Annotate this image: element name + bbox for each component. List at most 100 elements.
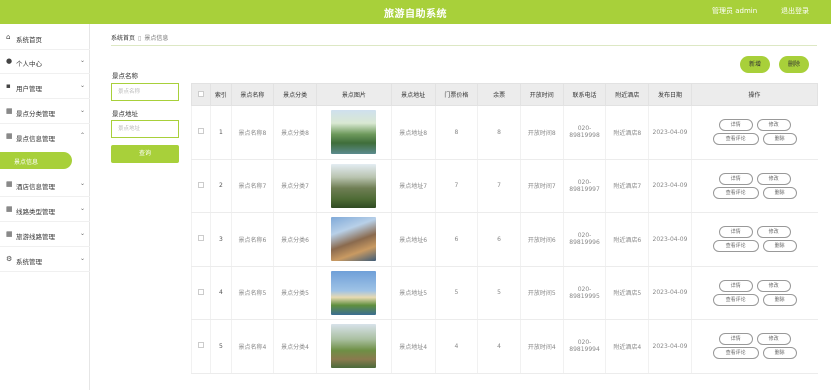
cell-phone: 020-89819995 [562,266,606,320]
cell-date: 2023-04-09 [648,159,692,213]
sidebar-item-label: 系统管理 [16,258,42,266]
cell-image [315,266,392,320]
table-row[interactable]: 4 景点名称5 景点分类5 景点地址5 5 5 开放时间5 020-89819995 附近酒店5… [190,266,818,320]
logout-link[interactable]: 退出登录 [781,6,809,16]
row-checkbox[interactable] [198,235,205,242]
chevron-down-icon: ⌄ [80,255,86,262]
detail-button[interactable]: 详情 [718,279,753,292]
delete-row-button[interactable]: 删除 [762,347,797,360]
row-select-cell[interactable] [190,212,211,267]
view-comments-button[interactable]: 查看评论 [712,347,759,360]
edit-button[interactable]: 修改 [756,279,791,292]
sidebar-item-route[interactable]: ▦ 旅游线路管理 ⌄ [0,223,90,247]
column-header: 景点名称 [230,83,275,106]
cell-hotel: 附近酒店6 [605,212,649,267]
cell-name: 景点名称5 [230,266,274,320]
grid-icon: ▦ [6,132,13,140]
edit-button[interactable]: 修改 [756,226,791,239]
table-row[interactable]: 3 景点名称6 景点分类6 景点地址6 6 6 开放时间6 020-89819996 附近酒店6… [190,212,818,267]
sidebar-item-spot-info[interactable]: ▦ 景点信息管理 ⌃ [0,125,90,149]
grid-icon: ▦ [6,230,13,238]
chevron-up-icon: ⌃ [80,132,86,139]
address-search-input[interactable]: 景点地址 [111,120,179,138]
view-comments-button[interactable]: 查看评论 [712,293,759,306]
cell-image [315,212,392,267]
cell-open-time: 开放时间4 [519,319,564,374]
cell-actions: 详情 修改 查看评论 删除 [690,159,818,213]
spot-thumbnail [331,270,377,315]
row-select-cell[interactable] [190,266,211,320]
row-select-cell[interactable] [190,159,211,213]
cell-price: 5 [434,266,478,320]
view-comments-button[interactable]: 查看评论 [712,186,759,199]
add-button[interactable]: 新增 [740,56,770,73]
user-icon: ● [6,57,13,65]
cell-tickets: 8 [477,105,521,160]
sidebar-subitem-label: 景点信息 [14,159,39,166]
delete-row-button[interactable]: 删除 [762,240,797,253]
table-row[interactable]: 2 景点名称7 景点分类7 景点地址7 7 7 开放时间7 020-89819997 附近酒店7… [190,159,818,213]
sidebar-item-label: 个人中心 [16,60,42,68]
delete-row-button[interactable]: 删除 [762,186,797,199]
column-header: 联系电话 [562,83,607,106]
row-checkbox[interactable] [198,128,205,135]
table-row[interactable]: 5 景点名称4 景点分类4 景点地址4 4 4 开放时间4 020-89819994 附近酒店4… [190,319,818,374]
edit-button[interactable]: 修改 [756,119,791,132]
address-search-label: 景点地址 [112,110,138,118]
cell-date: 2023-04-09 [648,212,692,267]
view-comments-button[interactable]: 查看评论 [712,133,759,146]
cell-address: 景点地址8 [390,105,436,160]
edit-button[interactable]: 修改 [756,172,791,185]
sidebar-item-route-type[interactable]: ▦ 线路类型管理 ⌄ [0,198,90,222]
batch-delete-button[interactable]: 删除 [779,56,809,73]
sidebar-item-spot-category[interactable]: ▦ 景点分类管理 ⌄ [0,100,90,124]
select-all-header[interactable] [190,83,212,106]
delete-row-button[interactable]: 删除 [762,133,797,146]
row-checkbox[interactable] [198,288,205,295]
select-all-checkbox[interactable] [198,90,205,97]
sidebar-item-label: 线路类型管理 [16,208,55,216]
sidebar-item-profile[interactable]: ● 个人中心 ⌄ [0,50,90,74]
chevron-down-icon: ⌄ [80,205,86,212]
cell-phone: 020-89819994 [562,319,606,374]
search-button[interactable]: 查询 [111,145,179,163]
delete-row-button[interactable]: 删除 [762,293,797,306]
row-checkbox[interactable] [198,342,205,349]
column-header: 索引 [210,83,232,106]
admin-user-label[interactable]: 管理员 admin [712,6,757,16]
cell-date: 2023-04-09 [648,266,692,320]
grid-icon: ▦ [6,180,13,188]
table-row[interactable]: 1 景点名称8 景点分类8 景点地址8 8 8 开放时间8 020-89819998 附近酒店8… [190,105,818,160]
sidebar-item-hotel[interactable]: ▦ 酒店信息管理 ⌄ [0,173,90,197]
top-bar: 旅游自助系统 管理员 admin 退出登录 [0,0,831,24]
sidebar-item-users[interactable]: ▪ 用户管理 ⌄ [0,75,90,99]
detail-button[interactable]: 详情 [718,119,753,132]
edit-button[interactable]: 修改 [756,333,791,346]
column-header: 景点地址 [390,83,436,106]
cell-date: 2023-04-09 [648,319,692,374]
name-search-input[interactable]: 景点名称 [111,83,179,101]
row-select-cell[interactable] [190,319,211,374]
cell-hotel: 附近酒店5 [605,266,649,320]
home-icon: ⌂ [6,33,11,41]
view-comments-button[interactable]: 查看评论 [712,240,759,253]
breadcrumb-current: 景点信息 [144,35,169,42]
row-checkbox[interactable] [198,181,205,188]
row-select-cell[interactable] [190,105,211,160]
breadcrumb-home[interactable]: 系统首页 [111,35,135,42]
spot-thumbnail [331,324,377,369]
sidebar-item-home[interactable]: ⌂ 系统首页 [0,26,90,50]
sidebar-subitem-spot-info[interactable]: 景点信息 [0,152,72,169]
cell-index: 4 [210,266,232,320]
sidebar: ⌂ 系统首页 ● 个人中心 ⌄ ▪ 用户管理 ⌄ ▦ 景点分类管理 ⌄ ▦ 景点… [0,24,90,390]
cell-category: 景点分类8 [273,105,317,160]
grid-icon: ▦ [6,107,13,115]
sidebar-item-system[interactable]: ⚙ 系统管理 ⌄ [0,248,90,272]
cell-index: 2 [210,159,232,213]
spot-table: 索引 景点名称 景点分类 景点图片 景点地址 门票价格 余票 开放时间 联系电话… [190,83,819,374]
detail-button[interactable]: 详情 [718,333,753,346]
chevron-down-icon: ⌄ [80,57,86,64]
cell-phone: 020-89819996 [562,212,606,267]
detail-button[interactable]: 详情 [718,172,753,185]
detail-button[interactable]: 详情 [718,226,753,239]
